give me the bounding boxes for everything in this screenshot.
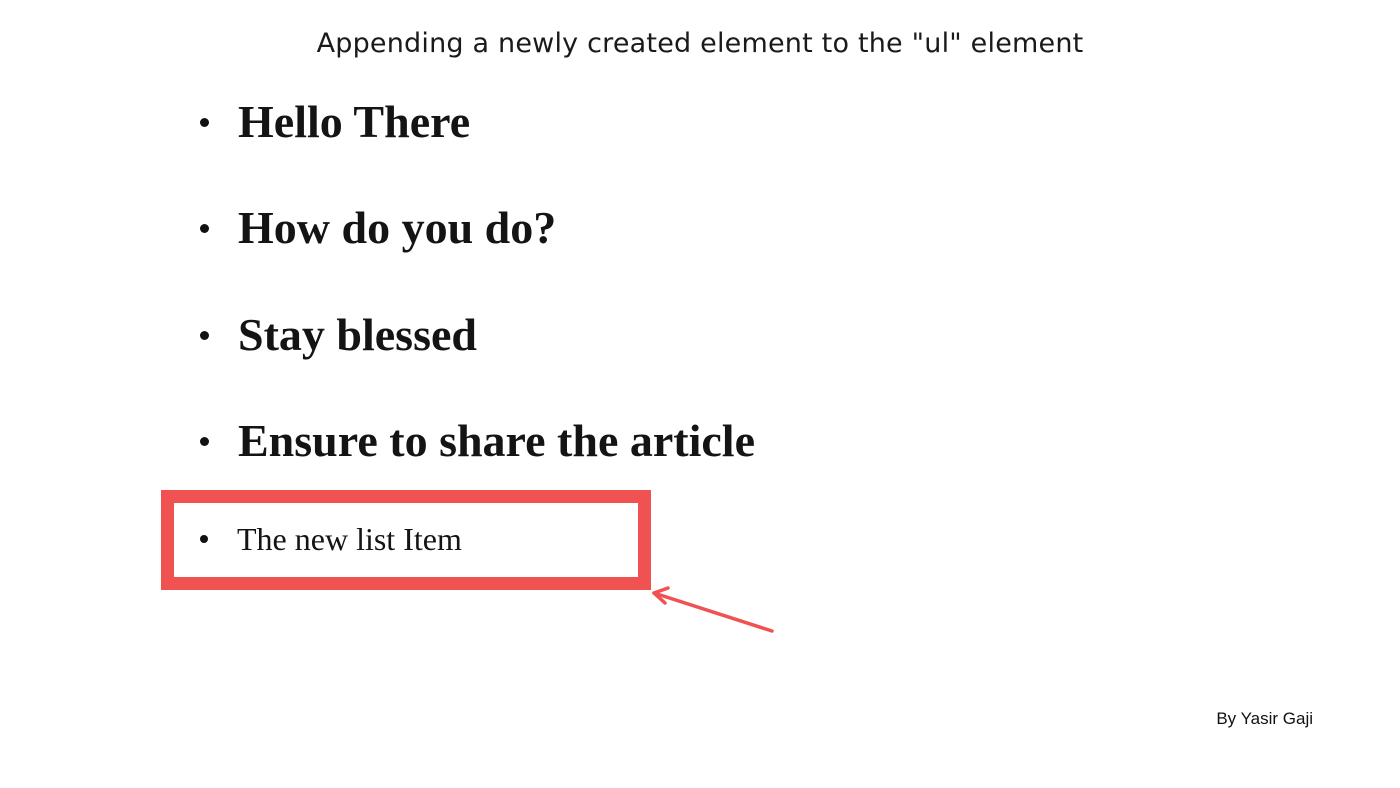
list-item-label: Hello There	[238, 96, 471, 147]
arrow-icon	[652, 586, 774, 633]
list-item-label: Ensure to share the article	[238, 415, 756, 466]
list-item: Hello There	[200, 92, 470, 152]
list-item: Ensure to share the article	[200, 411, 755, 471]
bullet-dot-icon	[200, 330, 209, 340]
list-item: Stay blessed	[200, 305, 477, 365]
bullet-dot-icon	[200, 223, 209, 233]
list-item: How do you do?	[200, 198, 556, 258]
page-title: Appending a newly created element to the…	[316, 28, 1084, 59]
bullet-dot-icon	[200, 436, 209, 446]
list-item-label: Stay blessed	[238, 309, 477, 360]
list-item-label: How do you do?	[238, 202, 557, 253]
author-byline: By Yasir Gaji	[1216, 709, 1313, 728]
bullet-dot-icon	[200, 117, 209, 127]
highlight-box	[161, 490, 651, 590]
